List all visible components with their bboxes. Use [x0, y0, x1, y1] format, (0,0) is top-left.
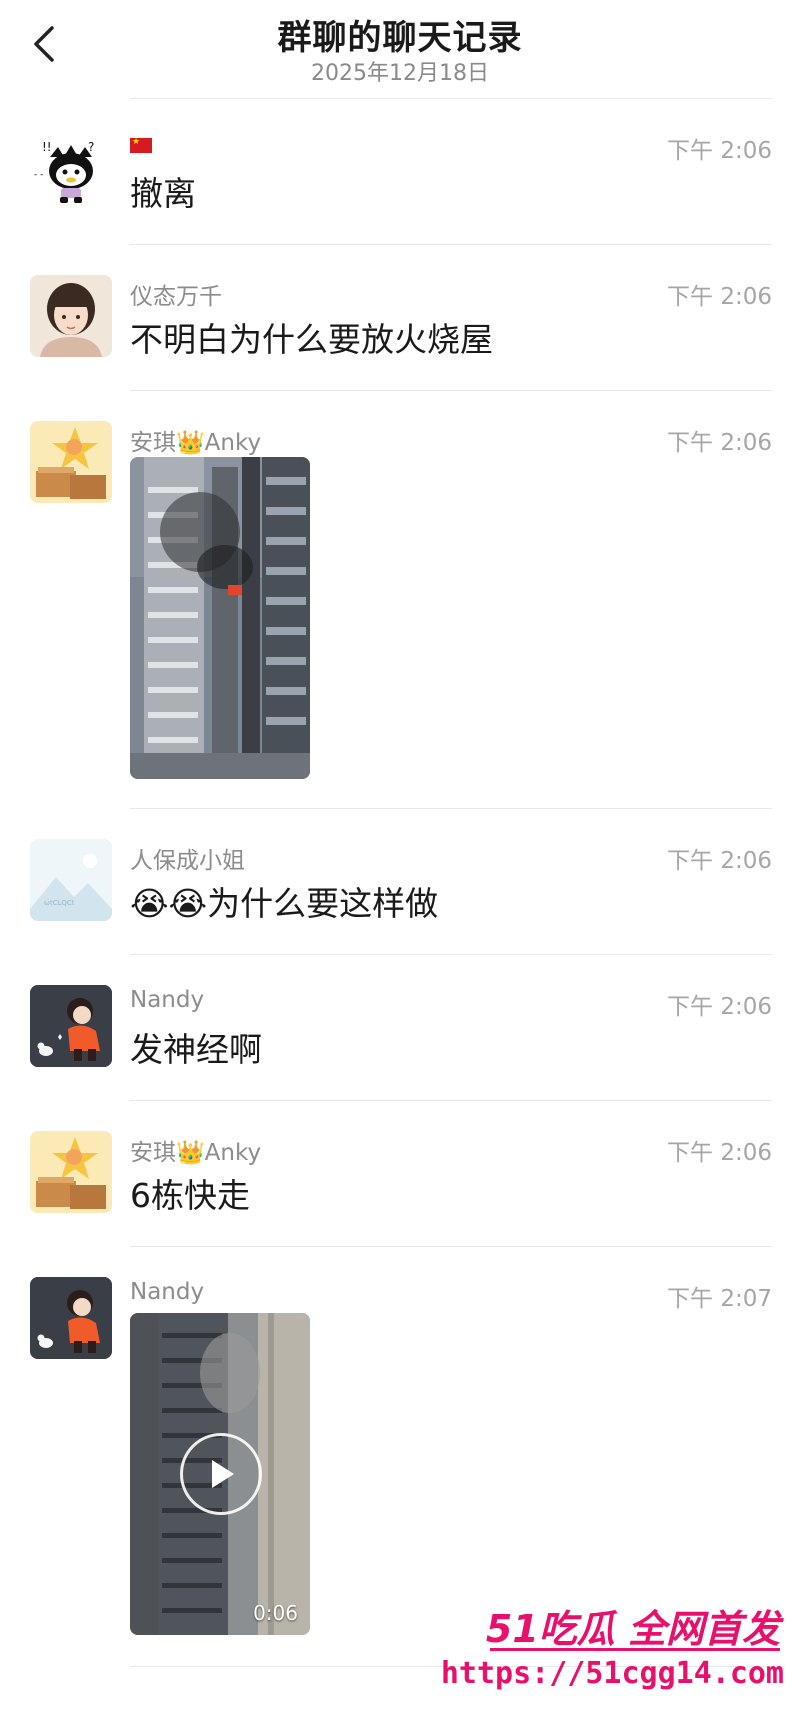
- cartoon-girl-dog-avatar[interactable]: [30, 985, 112, 1067]
- message-time: 下午 2:07: [667, 1286, 772, 1312]
- sender-name: [130, 131, 152, 157]
- page-date: 2025年12月18日: [311, 61, 489, 86]
- star-doll-avatar[interactable]: [30, 1131, 112, 1213]
- video-duration: 0:06: [253, 1601, 298, 1625]
- message-text: 发神经啊: [130, 1030, 262, 1069]
- star-doll-avatar[interactable]: [30, 421, 112, 503]
- message-text: 6栋快走: [130, 1176, 250, 1215]
- watermark-brand: 51吃瓜 全网首发: [485, 1607, 780, 1651]
- watermark: 51吃瓜 全网首发 https://51cgg14.com: [441, 1598, 790, 1698]
- landscape-placeholder-avatar[interactable]: ωtCLQCt: [30, 839, 112, 921]
- svg-text:- -: - -: [34, 170, 43, 180]
- cartoon-girl-dog-avatar[interactable]: [30, 1277, 112, 1359]
- sender-name: 仪态万千: [130, 284, 222, 310]
- message-time: 下午 2:06: [667, 848, 772, 874]
- message-item[interactable]: 仪态万千 下午 2:06 不明白为什么要放火烧屋: [0, 245, 800, 391]
- video-attachment[interactable]: 0:06: [130, 1313, 310, 1635]
- sender-name: 安琪👑Anky: [130, 1140, 262, 1166]
- svg-text:!!: !!: [42, 140, 52, 154]
- message-text: 撤离: [130, 174, 196, 213]
- page-title: 群聊的聊天记录: [277, 18, 523, 58]
- sender-name: Nandy: [130, 1279, 205, 1305]
- message-time: 下午 2:06: [667, 138, 772, 164]
- watermark-underline: [490, 1648, 780, 1651]
- sender-name: Nandy: [130, 987, 205, 1013]
- chat-history-page: 群聊的聊天记录 2025年12月18日 !! ? - - ★ 下午 2:06 撤…: [0, 0, 800, 1712]
- message-item[interactable]: Nandy 下午 2:06 发神经啊: [0, 955, 800, 1101]
- message-time: 下午 2:06: [667, 284, 772, 310]
- message-text: 😭😭为什么要这样做: [130, 884, 439, 923]
- message-time: 下午 2:06: [667, 430, 772, 456]
- message-item[interactable]: 安琪👑Anky 下午 2:06 6栋快走: [0, 1101, 800, 1247]
- message-item[interactable]: 安琪👑Anky 下午 2:06: [0, 391, 800, 809]
- message-item[interactable]: ωtCLQCt 人保成小姐 下午 2:06 😭😭为什么要这样做: [0, 809, 800, 955]
- china-flag-icon: [130, 137, 152, 153]
- badtz-maru-avatar[interactable]: !! ? - -: [30, 129, 112, 211]
- image-attachment[interactable]: [130, 457, 310, 779]
- sender-name: 人保成小姐: [130, 848, 245, 874]
- girl-portrait-avatar[interactable]: [30, 275, 112, 357]
- message-item[interactable]: !! ? - - 下午 2:06 撤离: [0, 99, 800, 245]
- message-time: 下午 2:06: [667, 994, 772, 1020]
- svg-text:ωtCLQCt: ωtCLQCt: [44, 899, 75, 907]
- message-list: !! ? - - 下午 2:06 撤离: [0, 99, 800, 1667]
- play-button[interactable]: [180, 1433, 262, 1515]
- play-icon: [212, 1460, 234, 1488]
- watermark-url: https://51cgg14.com: [440, 1656, 784, 1691]
- sender-name: 安琪👑Anky: [130, 430, 262, 456]
- message-time: 下午 2:06: [667, 1140, 772, 1166]
- message-text: 不明白为什么要放火烧屋: [130, 320, 493, 359]
- svg-text:?: ?: [88, 140, 94, 154]
- header: 群聊的聊天记录 2025年12月18日: [0, 0, 800, 99]
